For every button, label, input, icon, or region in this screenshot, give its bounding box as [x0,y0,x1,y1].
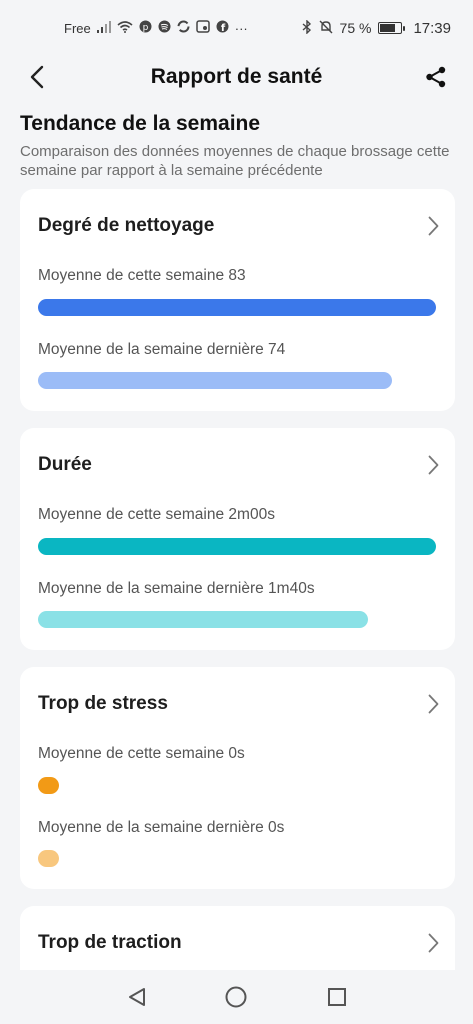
status-right: 75 % 17:39 [302,18,451,37]
battery-percent: 75 % [339,20,372,36]
last-week-bar [38,850,59,867]
chevron-right-icon[interactable] [425,216,441,236]
page-title: Rapport de santé [150,65,323,88]
back-button[interactable] [22,62,52,92]
nav-home-button[interactable] [223,984,249,1010]
this-week-bar [38,299,436,316]
last-week-bar [38,372,392,389]
carrier-label: Free [64,20,91,36]
share-button[interactable] [421,62,451,92]
more-notifications-label: ··· [234,20,248,36]
svg-text:p: p [142,23,148,33]
card-title: Trop de traction [38,932,182,953]
last-week-label: Moyenne de la semaine dernière 0s [38,819,285,836]
nav-recents-button[interactable] [324,984,350,1010]
facebook-icon: f [216,20,229,36]
last-week-label: Moyenne de la semaine dernière 1m40s [38,580,315,597]
chevron-right-icon[interactable] [425,455,441,475]
last-week-bar [38,611,368,628]
signal-icon [96,20,111,36]
this-week-bar [38,777,59,794]
circle-home-icon [225,986,247,1008]
card-header: Trop de stress [38,693,441,715]
spotify-icon [158,20,171,36]
card-header: Durée [38,454,441,476]
card-header: Degré de nettoyage [38,215,441,237]
app-header: Rapport de santé [0,56,473,98]
status-left: Free p f ··· [64,20,248,36]
this-week-label: Moyenne de cette semaine 83 [38,267,246,284]
chevron-right-icon[interactable] [425,933,441,953]
chevron-left-icon [30,65,44,89]
nav-back-button[interactable] [124,984,150,1010]
last-week-label: Moyenne de la semaine dernière 74 [38,341,286,358]
photo-icon [195,20,210,36]
svg-text:f: f [221,23,226,33]
sync-icon [177,20,190,36]
this-week-label: Moyenne de cette semaine 2m00s [38,506,275,523]
pinterest-icon: p [139,20,152,36]
card-title: Trop de stress [38,693,168,714]
section-title: Tendance de la semaine [20,112,261,135]
bluetooth-icon [302,18,312,37]
card-too-much-stress[interactable]: Trop de stress Moyenne de cette semaine … [20,667,455,889]
card-duration[interactable]: Durée Moyenne de cette semaine 2m00s Moy… [20,428,455,650]
card-title: Degré de nettoyage [38,215,215,236]
battery-icon [378,22,406,34]
triangle-back-icon [129,988,145,1006]
square-recents-icon [328,988,346,1006]
chevron-right-icon[interactable] [425,694,441,714]
this-week-label: Moyenne de cette semaine 0s [38,745,245,762]
card-cleaning-degree[interactable]: Degré de nettoyage Moyenne de cette sema… [20,189,455,411]
card-title: Durée [38,454,92,475]
system-nav-bar [0,970,473,1024]
mute-bell-icon [319,20,333,37]
wifi-icon [117,20,133,36]
this-week-bar [38,538,436,555]
share-icon [426,66,446,88]
clock: 17:39 [413,19,451,37]
status-bar: Free p f ··· 75 % 17:39 [0,0,473,56]
card-header: Trop de traction [38,932,441,954]
section-subtitle: Comparaison des données moyennes de chaq… [20,143,450,179]
